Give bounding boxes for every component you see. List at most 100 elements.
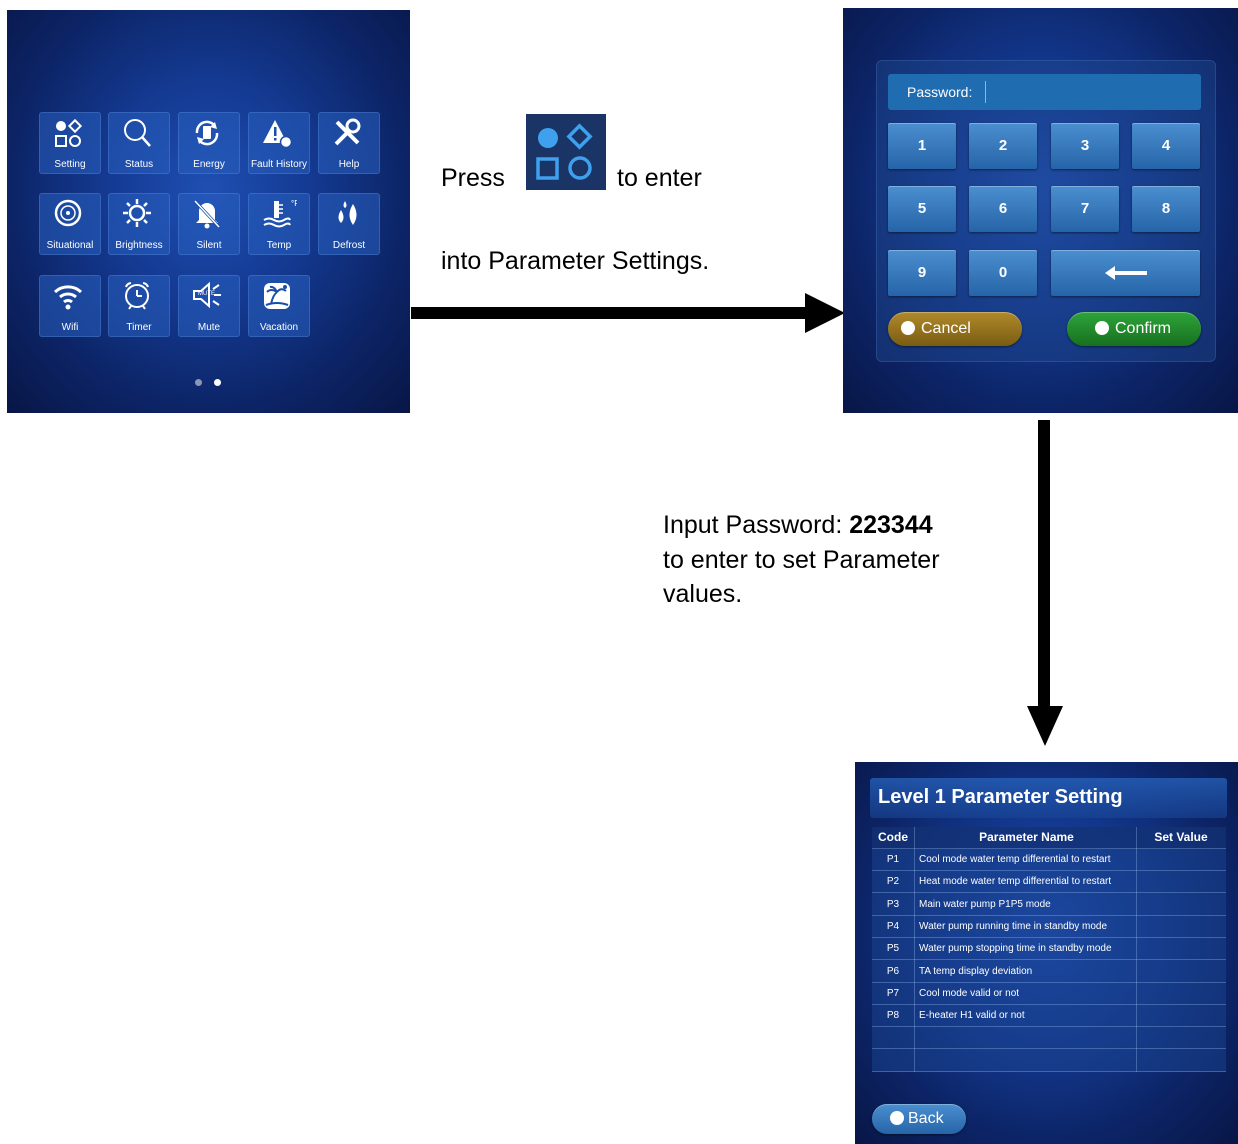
menu-tile-temp[interactable]: °F Temp xyxy=(248,193,310,255)
menu-tile-label: Silent xyxy=(196,240,222,251)
param-name: Main water pump P1P5 mode xyxy=(919,898,1051,910)
status-icon xyxy=(124,119,151,147)
menu-tile-label: Energy xyxy=(193,159,225,170)
home-screen: Setting Status Energy Fault History Help Situ… xyxy=(7,10,410,413)
press-text: Press xyxy=(441,164,505,192)
param-set-value[interactable] xyxy=(1136,961,1226,982)
confirm-button[interactable]: Confirm xyxy=(1067,312,1201,346)
help-icon xyxy=(334,118,361,146)
password-screen: Password: 1234 5678 90 Cancel Confirm xyxy=(843,8,1238,413)
menu-tile-wifi[interactable]: Wifi xyxy=(39,275,101,337)
menu-tile-energy[interactable]: Energy xyxy=(178,112,240,174)
table-column-divider xyxy=(914,827,915,1072)
temp-icon: °F xyxy=(263,199,297,228)
parameter-table: Code Parameter Name Set Value P1 Cool mod… xyxy=(872,827,1226,1072)
back-label: Back xyxy=(908,1110,944,1127)
key-2[interactable]: 2 xyxy=(969,123,1037,169)
param-set-value[interactable] xyxy=(1136,983,1226,1004)
key-7[interactable]: 7 xyxy=(1051,186,1119,232)
param-name: Cool mode water temp differential to res… xyxy=(919,854,1111,865)
param-code: P3 xyxy=(886,898,900,910)
menu-tile-label: Vacation xyxy=(259,322,299,333)
confirm-check-icon xyxy=(1095,321,1109,335)
key-8[interactable]: 8 xyxy=(1132,186,1200,232)
flow-arrow-shaft-1 xyxy=(411,307,807,319)
param-set-value[interactable] xyxy=(1136,916,1226,937)
mute-icon: MUTE xyxy=(193,281,221,309)
flow-arrow-head-1 xyxy=(805,293,845,333)
param-set-value[interactable] xyxy=(1136,1050,1226,1071)
parameter-screen: Level 1 Parameter Setting Code Parameter… xyxy=(855,762,1238,1144)
key-3[interactable]: 3 xyxy=(1051,123,1119,169)
table-row[interactable]: P3 Main water pump P1P5 mode xyxy=(872,894,1226,916)
table-row[interactable]: P8 E-heater H1 valid or not xyxy=(872,1005,1226,1028)
key-5[interactable]: 5 xyxy=(888,186,956,232)
key-6[interactable]: 6 xyxy=(969,186,1037,232)
table-row[interactable] xyxy=(872,1027,1226,1050)
key-0[interactable]: 0 xyxy=(969,250,1037,296)
param-name: Water pump running time in standby mode xyxy=(919,920,1108,932)
menu-tile-label: Help xyxy=(338,159,360,170)
param-name: Heat mode water temp differential to res… xyxy=(919,876,1112,888)
silent-icon xyxy=(193,199,221,229)
set-parameter-text: to enter to set Parameter xyxy=(663,546,940,574)
into-parameter-settings-text: into Parameter Settings. xyxy=(441,247,710,275)
cancel-button[interactable]: Cancel xyxy=(888,312,1022,346)
values-text: values. xyxy=(663,580,743,608)
password-caret xyxy=(985,81,986,103)
param-code xyxy=(872,1027,914,1048)
back-button[interactable]: Back xyxy=(872,1104,966,1134)
password-field[interactable]: Password: xyxy=(888,74,1201,110)
table-row[interactable]: P5 Water pump stopping time in standby mo… xyxy=(872,938,1226,961)
param-set-value[interactable] xyxy=(1136,871,1226,892)
table-row[interactable] xyxy=(872,1050,1226,1072)
menu-tile-brightness[interactable]: Brightness xyxy=(108,193,170,255)
param-set-value[interactable] xyxy=(1136,1005,1226,1026)
menu-tile-situational[interactable]: Situational xyxy=(39,193,101,255)
svg-text:MUTE: MUTE xyxy=(198,291,215,297)
page-dot-1[interactable] xyxy=(195,379,202,386)
param-set-value[interactable] xyxy=(1136,849,1226,870)
confirm-label: Confirm xyxy=(1115,320,1172,337)
table-row[interactable]: P4 Water pump running time in standby mod… xyxy=(872,916,1226,938)
key-9[interactable]: 9 xyxy=(888,250,956,296)
input-password-text: Input Password: 223344 xyxy=(663,511,933,540)
key-1[interactable]: 1 xyxy=(888,123,956,169)
table-row[interactable]: P6 TA temp display deviation xyxy=(872,961,1226,983)
table-row[interactable]: P7 Cool mode valid or not xyxy=(872,983,1226,1005)
table-row[interactable]: P1 Cool mode water temp differential to r… xyxy=(872,849,1226,871)
param-set-value[interactable] xyxy=(1136,938,1226,959)
brightness-icon xyxy=(123,199,151,227)
energy-icon xyxy=(195,120,219,146)
menu-tile-timer[interactable]: Timer xyxy=(108,275,170,337)
key-4[interactable]: 4 xyxy=(1132,123,1200,169)
menu-tile-silent[interactable]: Silent xyxy=(178,193,240,255)
menu-tile-fault-history[interactable]: Fault History xyxy=(248,112,310,174)
menu-tile-status[interactable]: Status xyxy=(108,112,170,174)
menu-tile-vacation[interactable]: Vacation xyxy=(248,275,310,337)
param-code: P2 xyxy=(886,876,900,888)
table-row[interactable]: P2 Heat mode water temp differential to r… xyxy=(872,871,1226,894)
menu-tile-defrost[interactable]: Defrost xyxy=(318,193,380,255)
input-password-prefix: Input Password: xyxy=(663,511,850,539)
backspace-button[interactable] xyxy=(1051,250,1200,296)
menu-tile-label: Wifi xyxy=(61,322,79,333)
param-code xyxy=(872,1050,914,1071)
menu-tile-help[interactable]: Help xyxy=(318,112,380,174)
param-name xyxy=(919,1027,1134,1048)
setting-icon xyxy=(55,118,83,147)
flow-arrow-shaft-2 xyxy=(1038,420,1050,710)
svg-text:°F: °F xyxy=(291,199,297,208)
menu-tile-setting[interactable]: Setting xyxy=(39,112,101,174)
page-dot-2-active[interactable] xyxy=(214,379,221,386)
back-icon xyxy=(890,1111,904,1125)
wifi-icon xyxy=(53,285,83,310)
param-set-value[interactable] xyxy=(1136,1027,1226,1048)
menu-tile-mute[interactable]: MUTE Mute xyxy=(178,275,240,337)
param-name xyxy=(919,1050,1134,1071)
setting-icon xyxy=(526,114,606,190)
header-parameter-name: Parameter Name xyxy=(979,830,1074,844)
cancel-label: Cancel xyxy=(921,320,971,337)
param-set-value[interactable] xyxy=(1136,894,1226,915)
password-label: Password: xyxy=(907,84,973,100)
